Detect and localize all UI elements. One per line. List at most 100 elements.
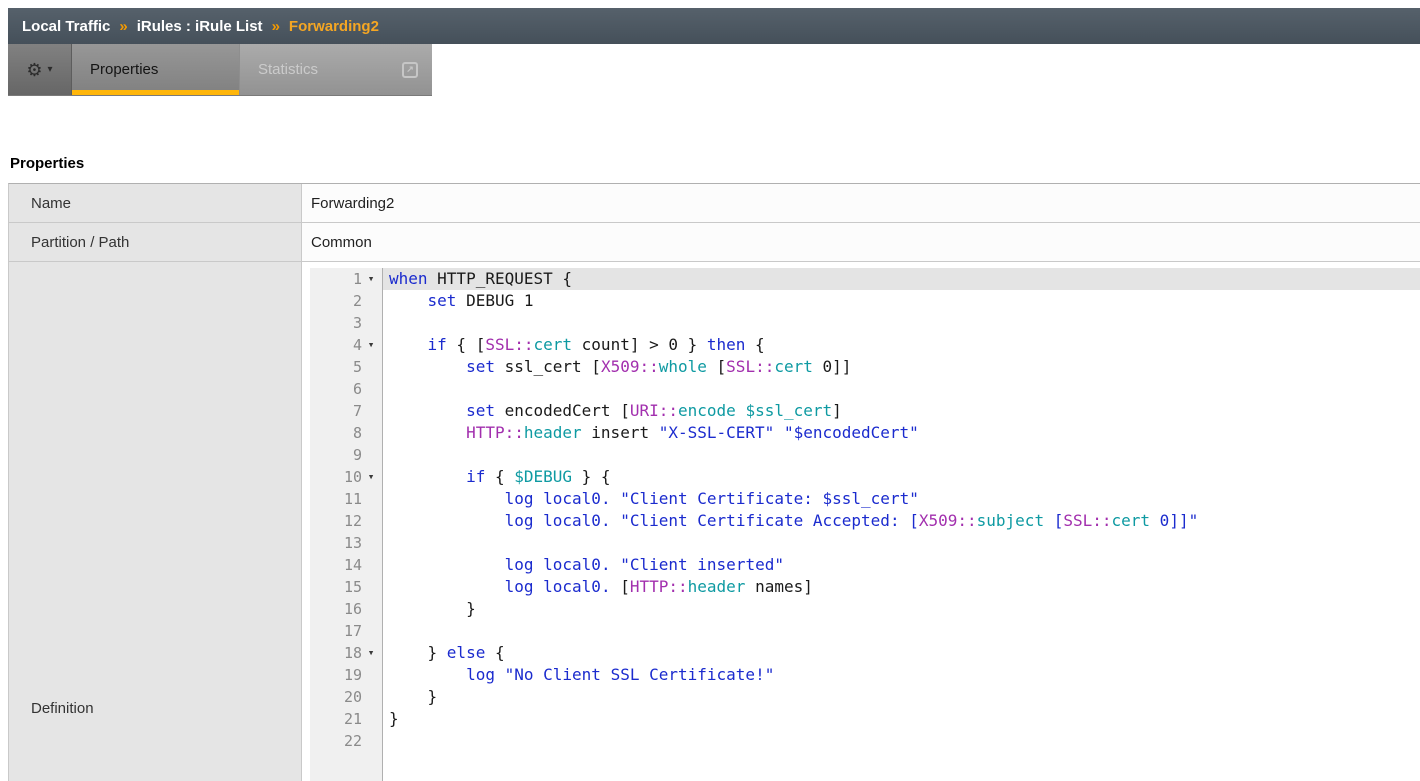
line-number-gutter: 11 <box>310 488 383 510</box>
line-number: 7 <box>310 400 362 422</box>
code-line[interactable]: 22 <box>310 730 1420 752</box>
line-number: 15 <box>310 576 362 598</box>
code-line-text: if { $DEBUG } { <box>383 466 1420 488</box>
code-line-text <box>383 532 1420 554</box>
code-line-text: if { [SSL::cert count] > 0 } then { <box>383 334 1420 356</box>
line-number: 9 <box>310 444 362 466</box>
code-line[interactable]: 1▾when HTTP_REQUEST { <box>310 268 1420 290</box>
code-line[interactable]: 4▾ if { [SSL::cert count] > 0 } then { <box>310 334 1420 356</box>
line-number: 6 <box>310 378 362 400</box>
line-number-gutter: 15 <box>310 576 383 598</box>
line-number-gutter: 10▾ <box>310 466 383 488</box>
line-number-gutter: 8 <box>310 422 383 444</box>
code-line-text: } <box>383 686 1420 708</box>
properties-table: Name Forwarding2 Partition / Path Common… <box>8 183 1420 781</box>
fold-arrow-icon[interactable]: ▾ <box>362 334 380 356</box>
fold-arrow-icon[interactable]: ▾ <box>362 268 380 290</box>
line-number: 17 <box>310 620 362 642</box>
external-link-icon: ↗ <box>402 62 418 78</box>
line-number: 12 <box>310 510 362 532</box>
external-link-glyph: ↗ <box>406 65 414 74</box>
table-row-partition-path: Partition / Path Common <box>9 223 1420 262</box>
chevron-down-icon: ▾ <box>48 65 53 75</box>
line-number-gutter: 21 <box>310 708 383 730</box>
code-line[interactable]: 17 <box>310 620 1420 642</box>
table-row-definition: Definition 1▾when HTTP_REQUEST {2 set DE… <box>9 262 1420 781</box>
code-line[interactable]: 15 log local0. [HTTP::header names] <box>310 576 1420 598</box>
fold-arrow-icon[interactable]: ▾ <box>362 642 380 664</box>
line-number-gutter: 17 <box>310 620 383 642</box>
code-line-text: log local0. [HTTP::header names] <box>383 576 1420 598</box>
line-number: 18 <box>310 642 362 664</box>
line-number-gutter: 20 <box>310 686 383 708</box>
line-number-gutter: 13 <box>310 532 383 554</box>
code-line-text: log local0. "Client inserted" <box>383 554 1420 576</box>
line-number-gutter: 16 <box>310 598 383 620</box>
tab-statistics[interactable]: Statistics ↗ <box>240 44 432 95</box>
tab-statistics-label: Statistics <box>258 61 318 78</box>
tab-properties[interactable]: Properties <box>72 44 240 95</box>
line-number-gutter: 3 <box>310 312 383 334</box>
line-number: 16 <box>310 598 362 620</box>
line-number-gutter: 4▾ <box>310 334 383 356</box>
line-number-gutter: 14 <box>310 554 383 576</box>
code-line[interactable]: 16 } <box>310 598 1420 620</box>
breadcrumb-separator-icon: » <box>272 18 280 35</box>
code-line[interactable]: 20 } <box>310 686 1420 708</box>
breadcrumb-irule-list[interactable]: iRules : iRule List <box>137 18 263 35</box>
code-line-text: log local0. "Client Certificate Accepted… <box>383 510 1420 532</box>
code-line[interactable]: 12 log local0. "Client Certificate Accep… <box>310 510 1420 532</box>
fold-arrow-icon[interactable]: ▾ <box>362 466 380 488</box>
partition-path-value: Common <box>302 223 1420 261</box>
code-line-text: } else { <box>383 642 1420 664</box>
line-number-gutter: 5 <box>310 356 383 378</box>
breadcrumb-local-traffic[interactable]: Local Traffic <box>22 18 110 35</box>
line-number: 10 <box>310 466 362 488</box>
options-menu-button[interactable]: ⚙ ▾ <box>8 44 72 95</box>
line-number: 2 <box>310 290 362 312</box>
line-number: 19 <box>310 664 362 686</box>
breadcrumb: Local Traffic » iRules : iRule List » Fo… <box>8 8 1420 44</box>
definition-label: Definition <box>31 700 94 717</box>
code-line[interactable]: 9 <box>310 444 1420 466</box>
breadcrumb-separator-icon: » <box>119 18 127 35</box>
line-number: 21 <box>310 708 362 730</box>
code-line-text <box>383 312 1420 334</box>
code-editor[interactable]: 1▾when HTTP_REQUEST {2 set DEBUG 134▾ if… <box>310 268 1420 781</box>
code-line[interactable]: 8 HTTP::header insert "X-SSL-CERT" "$enc… <box>310 422 1420 444</box>
code-line-text <box>383 730 1420 752</box>
line-number: 1 <box>310 268 362 290</box>
code-line[interactable]: 10▾ if { $DEBUG } { <box>310 466 1420 488</box>
line-number-gutter: 22 <box>310 730 383 752</box>
page-title: Properties <box>10 155 84 172</box>
code-line-text <box>383 378 1420 400</box>
code-line[interactable]: 19 log "No Client SSL Certificate!" <box>310 664 1420 686</box>
tab-bar: ⚙ ▾ Properties Statistics ↗ <box>8 44 432 96</box>
line-number: 8 <box>310 422 362 444</box>
code-line[interactable]: 6 <box>310 378 1420 400</box>
code-line[interactable]: 7 set encodedCert [URI::encode $ssl_cert… <box>310 400 1420 422</box>
code-line[interactable]: 14 log local0. "Client inserted" <box>310 554 1420 576</box>
active-tab-indicator <box>72 90 239 95</box>
code-line[interactable]: 21} <box>310 708 1420 730</box>
code-line-text <box>383 444 1420 466</box>
code-line[interactable]: 5 set ssl_cert [X509::whole [SSL::cert 0… <box>310 356 1420 378</box>
code-line-text <box>383 620 1420 642</box>
code-line-text: set DEBUG 1 <box>383 290 1420 312</box>
code-line-text: } <box>383 708 1420 730</box>
line-number-gutter: 2 <box>310 290 383 312</box>
code-line-text: when HTTP_REQUEST { <box>383 268 1420 290</box>
definition-label-cell: Definition <box>9 262 302 781</box>
code-line[interactable]: 18▾ } else { <box>310 642 1420 664</box>
line-number: 22 <box>310 730 362 752</box>
code-line[interactable]: 13 <box>310 532 1420 554</box>
line-number-gutter: 12 <box>310 510 383 532</box>
breadcrumb-current-page: Forwarding2 <box>289 18 379 35</box>
code-line[interactable]: 11 log local0. "Client Certificate: $ssl… <box>310 488 1420 510</box>
code-line[interactable]: 3 <box>310 312 1420 334</box>
code-line[interactable]: 2 set DEBUG 1 <box>310 290 1420 312</box>
line-number: 13 <box>310 532 362 554</box>
definition-value-cell: 1▾when HTTP_REQUEST {2 set DEBUG 134▾ if… <box>302 262 1420 781</box>
code-line-text: set encodedCert [URI::encode $ssl_cert] <box>383 400 1420 422</box>
tab-properties-label: Properties <box>90 61 158 78</box>
